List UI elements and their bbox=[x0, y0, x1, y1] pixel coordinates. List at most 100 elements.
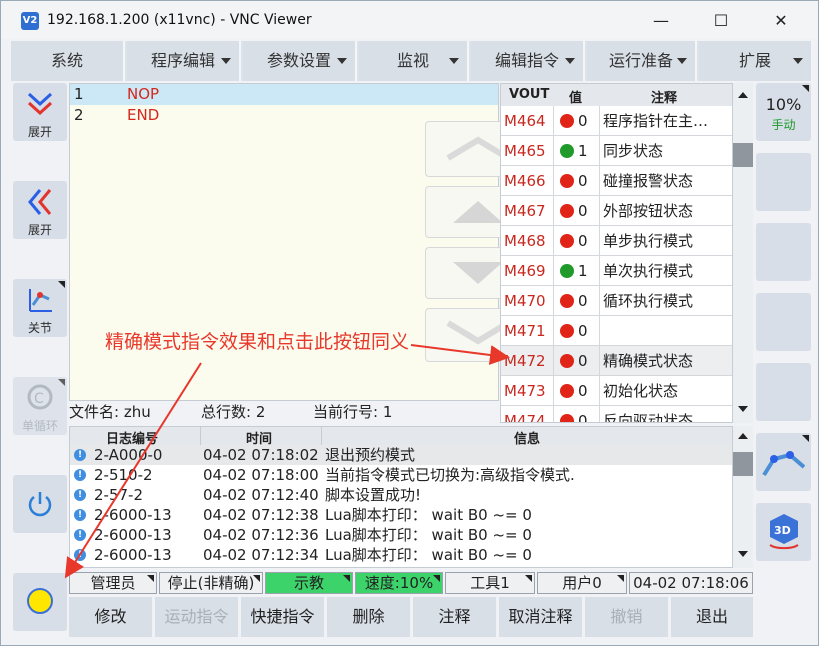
vout-row[interactable]: M469 1 单次执行模式 bbox=[501, 256, 732, 286]
vout-id: M466 bbox=[504, 172, 546, 190]
menu-label: 运行准备 bbox=[608, 51, 673, 70]
vout-cell: M470 bbox=[501, 286, 554, 316]
maximize-button[interactable]: ☐ bbox=[701, 9, 741, 33]
double-chevron-left-icon bbox=[28, 189, 52, 215]
vout-row[interactable]: M471 0 bbox=[501, 316, 732, 346]
minimize-button[interactable]: — bbox=[641, 9, 681, 33]
vout-row[interactable]: M464 0 程序指针在主… bbox=[501, 106, 732, 136]
value-cell: 0 bbox=[554, 196, 600, 226]
log-row[interactable]: ! 2-57-2 04-02 07:12:40 脚本设置成功! bbox=[70, 485, 732, 505]
info-icon: ! bbox=[74, 469, 86, 481]
corner-marker-icon bbox=[58, 379, 65, 386]
chevron-down-icon bbox=[221, 58, 231, 64]
expand-down-button[interactable]: 展开 bbox=[13, 83, 67, 141]
undo-button[interactable]: 撤销 bbox=[585, 597, 668, 637]
right-slot-button[interactable] bbox=[756, 363, 811, 421]
vout-row[interactable]: M466 0 碰撞报警状态 bbox=[501, 166, 732, 196]
log-header: 日志编号 时间 信息 bbox=[70, 427, 732, 447]
precise-mode-button[interactable] bbox=[13, 573, 67, 631]
expand-label: 展开 bbox=[27, 125, 52, 139]
scroll-up-icon[interactable] bbox=[738, 432, 748, 440]
tool-status[interactable]: 工具1 bbox=[445, 572, 535, 594]
log-row[interactable]: ! 2-510-2 04-02 07:18:00 当前指令模式已切换为:高级指令模式. bbox=[70, 465, 732, 485]
delete-button[interactable]: 删除 bbox=[327, 597, 410, 637]
log-scrollbar[interactable] bbox=[733, 426, 753, 568]
program-line-selected[interactable]: 1 NOP bbox=[70, 84, 498, 105]
motion-cmd-button[interactable]: 运动指令 bbox=[155, 597, 238, 637]
scroll-down-icon[interactable] bbox=[738, 550, 748, 558]
vout-row[interactable]: M467 0 外部按钮状态 bbox=[501, 196, 732, 226]
menu-program-edit[interactable]: 程序编辑 bbox=[127, 41, 241, 81]
vout-cell: M471 bbox=[501, 316, 554, 346]
value-cell: 0 bbox=[554, 316, 600, 346]
vout-value: 1 bbox=[578, 262, 588, 280]
right-slot-button[interactable] bbox=[756, 293, 811, 351]
menu-params[interactable]: 参数设置 bbox=[243, 41, 357, 81]
stop-mode-status[interactable]: 停止(非精确) bbox=[159, 572, 263, 594]
vout-row[interactable]: M465 1 同步状态 bbox=[501, 136, 732, 166]
vout-value: 0 bbox=[578, 322, 588, 340]
vout-note: 初始化状态 bbox=[603, 382, 679, 400]
vout-row[interactable]: M474 0 反向驱动状态 bbox=[501, 406, 732, 422]
menu-monitor[interactable]: 监视 bbox=[359, 41, 469, 81]
scroll-down-icon[interactable] bbox=[738, 405, 748, 413]
log-message: 退出预约模式 bbox=[325, 446, 416, 464]
speed-mode-button[interactable]: 10% 手动 bbox=[756, 83, 811, 141]
log-message: 当前指令模式已切换为:高级指令模式. bbox=[325, 466, 575, 484]
expand-left-button[interactable]: 展开 bbox=[13, 181, 67, 239]
vout-cell: M467 bbox=[501, 196, 554, 226]
status-text: 04-02 07:18:06 bbox=[633, 574, 749, 592]
comment-button[interactable]: 注释 bbox=[413, 597, 496, 637]
robot-arm-button[interactable] bbox=[756, 433, 811, 491]
vnc-app-icon: V2 bbox=[21, 12, 39, 30]
user-frame-status[interactable]: 用户0 bbox=[537, 572, 627, 594]
log-row[interactable]: ! 2-6000-13 04-02 07:12:38 Lua脚本打印： wait B0… bbox=[70, 505, 732, 525]
vout-row[interactable]: M470 0 循环执行模式 bbox=[501, 286, 732, 316]
right-slot-button[interactable] bbox=[756, 153, 811, 211]
log-id: 2-510-2 bbox=[94, 466, 153, 484]
program-info-bar: 文件名: zhu 总行数: 2 当前行号: 1 bbox=[69, 401, 499, 423]
close-button[interactable]: ✕ bbox=[761, 9, 801, 33]
power-icon bbox=[28, 492, 52, 517]
menu-run-prep[interactable]: 运行准备 bbox=[587, 41, 697, 81]
vnc-window: V2 192.168.1.200 (x11vnc) - VNC Viewer —… bbox=[0, 0, 819, 646]
modify-button[interactable]: 修改 bbox=[69, 597, 152, 637]
menu-edit-cmd[interactable]: 编辑指令 bbox=[471, 41, 585, 81]
user-role-status[interactable]: 管理员 bbox=[69, 572, 157, 594]
exit-button[interactable]: 退出 bbox=[671, 597, 753, 637]
vout-row[interactable]: M468 0 单步执行模式 bbox=[501, 226, 732, 256]
power-button[interactable] bbox=[13, 475, 67, 533]
manual-mode-label: 手动 bbox=[771, 118, 796, 132]
log-id: 2-6000-13 bbox=[94, 526, 172, 544]
quick-cmd-button[interactable]: 快捷指令 bbox=[241, 597, 324, 637]
corner-marker-icon bbox=[617, 575, 624, 582]
status-dot-icon bbox=[560, 114, 574, 128]
joint-button[interactable]: 关节 bbox=[13, 279, 67, 337]
3d-view-button[interactable]: 3D bbox=[756, 503, 811, 561]
vout-scrollbar[interactable] bbox=[733, 83, 753, 423]
vout-value: 0 bbox=[578, 352, 588, 370]
current-line: 当前行号: 1 bbox=[313, 403, 393, 421]
menu-label: 编辑指令 bbox=[494, 51, 559, 70]
menu-system[interactable]: 系统 bbox=[11, 41, 125, 81]
scroll-thumb[interactable] bbox=[733, 452, 753, 476]
log-row[interactable]: ! 2-6000-13 04-02 07:12:36 Lua脚本打印： wait B0… bbox=[70, 525, 732, 545]
note-cell: 程序指针在主… bbox=[600, 106, 732, 136]
right-slot-button[interactable] bbox=[756, 223, 811, 281]
vout-row[interactable]: M473 0 初始化状态 bbox=[501, 376, 732, 406]
log-row[interactable]: ! 2-A000-0 04-02 07:18:02 退出预约模式 bbox=[70, 445, 732, 465]
log-row[interactable]: ! 2-6000-13 04-02 07:12:34 Lua脚本打印： wait B0… bbox=[70, 545, 732, 565]
note-cell: 同步状态 bbox=[600, 136, 732, 166]
vout-row[interactable]: M472 0 精确模式状态 bbox=[501, 346, 732, 376]
scroll-thumb[interactable] bbox=[733, 143, 753, 167]
corner-marker-icon bbox=[343, 575, 350, 582]
uncomment-button[interactable]: 取消注释 bbox=[499, 597, 582, 637]
single-cycle-button[interactable]: C 单循环 bbox=[13, 377, 67, 435]
menu-extend[interactable]: 扩展 bbox=[699, 41, 811, 81]
speed-status[interactable]: 速度:10% bbox=[355, 572, 443, 594]
scroll-up-icon[interactable] bbox=[738, 91, 748, 99]
vout-cell: M473 bbox=[501, 376, 554, 406]
status-dot-icon bbox=[560, 174, 574, 188]
vout-cell: M465 bbox=[501, 136, 554, 166]
teach-status[interactable]: 示教 bbox=[265, 572, 353, 594]
